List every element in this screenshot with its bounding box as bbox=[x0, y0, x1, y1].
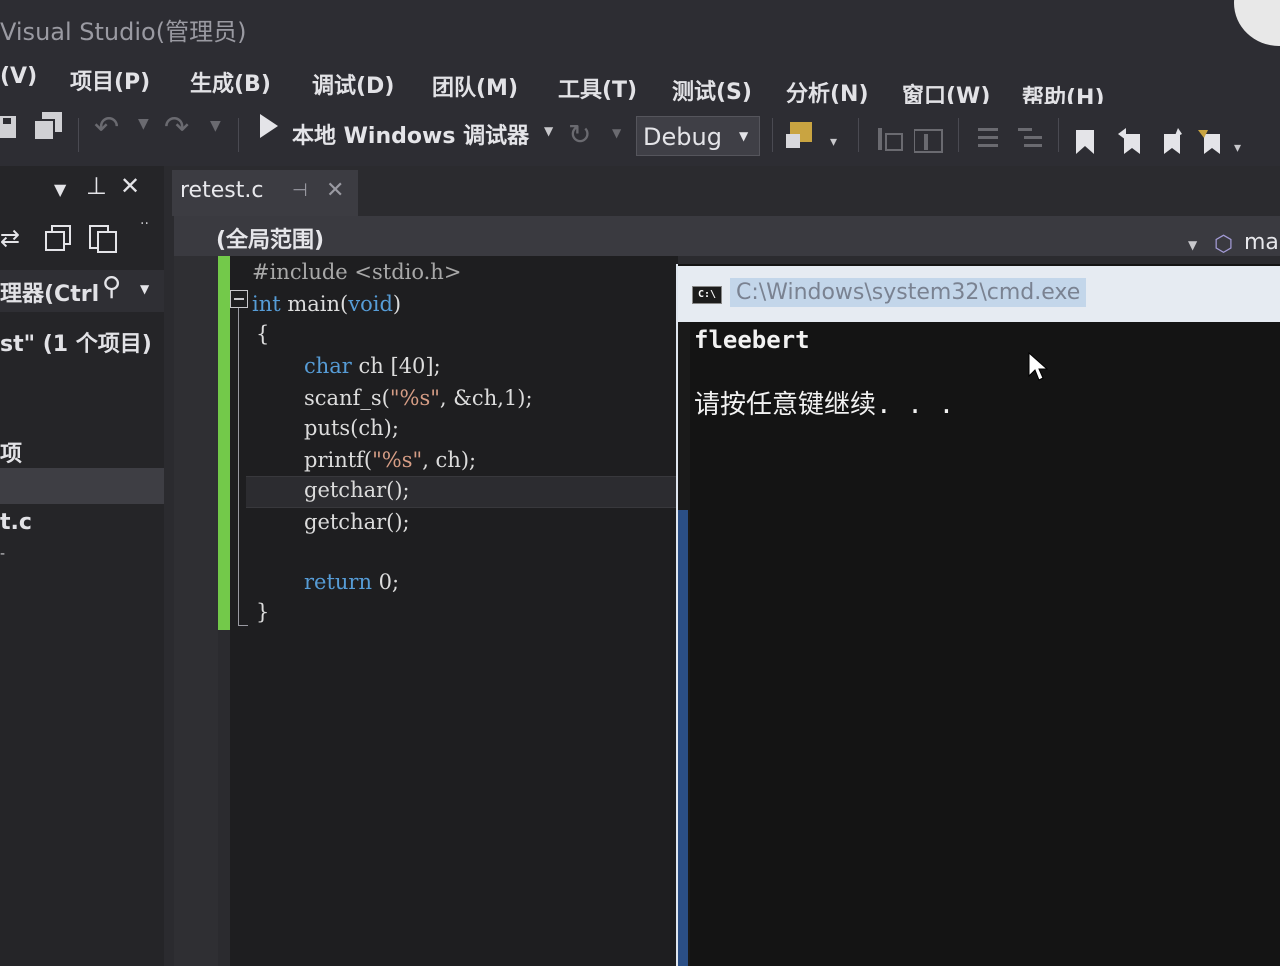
more-icon[interactable]: ·· bbox=[140, 216, 149, 232]
outline-end bbox=[238, 625, 248, 626]
console-edge-highlight bbox=[678, 510, 688, 966]
console-app-icon: C:\ bbox=[692, 286, 722, 304]
previous-bookmark-icon[interactable] bbox=[1116, 128, 1142, 162]
redo-dropdown-icon[interactable]: ▼ bbox=[210, 118, 221, 134]
change-indicator bbox=[218, 256, 230, 630]
undo-icon[interactable]: ↶ bbox=[94, 110, 119, 145]
member-dropdown[interactable]: mai bbox=[1244, 230, 1280, 255]
code-line-3: { bbox=[256, 322, 270, 346]
collapse-main-icon[interactable] bbox=[230, 290, 248, 308]
menu-view[interactable]: (V) bbox=[0, 64, 37, 89]
console-output-line-2: 请按任意键继续. . . bbox=[694, 390, 955, 420]
bookmark-icon[interactable] bbox=[1074, 128, 1096, 162]
code-line-10-rest: 0; bbox=[372, 570, 400, 594]
configuration-value: Debug bbox=[643, 123, 722, 151]
code-line-8: getchar(); bbox=[304, 478, 410, 502]
menu-build[interactable]: 生成(B) bbox=[190, 66, 271, 98]
search-box[interactable]: 理器(Ctrl ⚲ ▼ bbox=[0, 270, 164, 312]
code-line-10: return 0; bbox=[304, 570, 399, 594]
code-line-7: printf("%s", ch); bbox=[304, 448, 476, 472]
indent-icon[interactable] bbox=[876, 126, 904, 158]
solution-explorer-panel: ▼ ⊥ ✕ ⇄ ·· 理器(Ctrl ⚲ ▼ st" (1 个项目) 项 t.c… bbox=[0, 166, 164, 966]
menu-debug[interactable]: 调试(D) bbox=[312, 68, 394, 100]
solution-explorer-icon[interactable] bbox=[786, 120, 816, 156]
tab-pin-icon[interactable]: ⊣ bbox=[292, 180, 308, 201]
code-editor[interactable] bbox=[230, 256, 678, 966]
code-line-7-str: "%s" bbox=[372, 448, 423, 472]
tree-dash: - bbox=[0, 546, 6, 562]
chevron-down-icon: ▼ bbox=[739, 129, 749, 143]
toolbar: ↶ ▼ ↷ ▼ 本地 Windows 调试器 ▼ ↻ ▼ Debug ▼ ▾ ▾ bbox=[0, 104, 1280, 166]
panel-dropdown-icon[interactable]: ▼ bbox=[54, 180, 66, 199]
configuration-dropdown[interactable]: Debug ▼ bbox=[636, 116, 760, 156]
project-node[interactable]: 项 bbox=[0, 436, 22, 468]
menu-test[interactable]: 测试(S) bbox=[672, 74, 752, 106]
code-line-2-kw1: int bbox=[252, 292, 281, 316]
function-icon: ⬡ bbox=[1214, 232, 1234, 257]
search-icon[interactable]: ⚲ bbox=[102, 272, 121, 302]
next-bookmark-folder-icon[interactable] bbox=[1196, 128, 1222, 162]
undo-dropdown-icon[interactable]: ▼ bbox=[138, 116, 149, 132]
next-bookmark-icon[interactable] bbox=[1156, 128, 1182, 162]
code-line-2-kw2: void bbox=[348, 292, 393, 316]
code-line-2-rest: main( bbox=[280, 292, 349, 316]
save-icon[interactable] bbox=[0, 114, 18, 146]
code-line-11: } bbox=[256, 600, 270, 624]
code-line-5-a: scanf_s( bbox=[304, 386, 390, 410]
show-all-files-icon[interactable] bbox=[88, 224, 118, 258]
run-target-button[interactable]: 本地 Windows 调试器 bbox=[292, 118, 529, 150]
code-line-4-rest: ch [40]; bbox=[351, 354, 441, 378]
code-line-2-end: ) bbox=[392, 292, 402, 316]
code-line-10-kw: return bbox=[304, 570, 372, 594]
refresh-dropdown-icon[interactable]: ▼ bbox=[612, 126, 621, 140]
collapse-all-icon[interactable] bbox=[44, 224, 72, 256]
code-line-7-b: , ch); bbox=[422, 448, 477, 472]
code-line-9: getchar(); bbox=[304, 510, 410, 534]
console-title: C:\Windows\system32\cmd.exe bbox=[730, 278, 1087, 307]
run-target-dropdown-icon[interactable]: ▼ bbox=[544, 124, 553, 138]
solution-node[interactable]: st" (1 个项目) bbox=[0, 326, 152, 358]
search-placeholder: 理器(Ctrl bbox=[0, 282, 100, 307]
overflow-icon[interactable]: ▾ bbox=[830, 134, 837, 150]
redo-icon[interactable]: ↷ bbox=[164, 110, 189, 145]
window-title: Visual Studio(管理员) bbox=[0, 18, 247, 46]
code-line-7-a: printf( bbox=[304, 448, 373, 472]
menu-project[interactable]: 项目(P) bbox=[70, 64, 150, 96]
menu-bar: (V) 项目(P) 生成(B) 调试(D) 团队(M) 工具(T) 测试(S) … bbox=[0, 52, 1280, 111]
code-line-5-b: , &ch,1); bbox=[439, 386, 533, 410]
menu-team[interactable]: 团队(M) bbox=[432, 70, 518, 102]
code-line-1: #include <stdio.h> bbox=[252, 260, 462, 284]
uncomment-icon[interactable] bbox=[1016, 126, 1044, 158]
outdent-icon[interactable] bbox=[913, 126, 944, 160]
code-line-6: puts(ch); bbox=[304, 416, 399, 440]
tab-label: retest.c bbox=[180, 178, 264, 203]
console-window[interactable] bbox=[676, 264, 1280, 966]
search-dropdown-icon[interactable]: ▼ bbox=[140, 282, 149, 296]
editor-gutter bbox=[174, 256, 218, 966]
code-line-5: scanf_s("%s", &ch,1); bbox=[304, 386, 533, 410]
close-icon[interactable]: ✕ bbox=[120, 172, 140, 200]
code-line-5-str: "%s" bbox=[389, 386, 440, 410]
menu-tools[interactable]: 工具(T) bbox=[558, 72, 637, 104]
code-line-4: char ch [40]; bbox=[304, 354, 441, 378]
mouse-cursor-icon bbox=[1028, 352, 1048, 381]
console-output-line-1: fleebert bbox=[694, 326, 810, 354]
comment-icon[interactable] bbox=[976, 126, 1000, 158]
scope-chevron-icon[interactable]: ▼ bbox=[1188, 238, 1197, 252]
pin-icon[interactable]: ⊥ bbox=[86, 172, 107, 200]
outline-line bbox=[238, 308, 239, 626]
scope-dropdown[interactable]: (全局范围) bbox=[216, 222, 324, 254]
selected-row[interactable] bbox=[0, 468, 164, 504]
sync-icon[interactable]: ⇄ bbox=[0, 224, 20, 252]
code-line-2: int main(void) bbox=[252, 292, 401, 316]
navigation-bar bbox=[174, 216, 1280, 256]
code-line-4-kw: char bbox=[304, 354, 352, 378]
file-node[interactable]: t.c bbox=[0, 510, 32, 535]
refresh-icon[interactable]: ↻ bbox=[568, 118, 591, 151]
play-icon[interactable] bbox=[258, 112, 280, 146]
toolbar-overflow-icon[interactable]: ▾ bbox=[1234, 140, 1241, 156]
save-all-icon[interactable] bbox=[32, 112, 64, 148]
tab-close-icon[interactable]: ✕ bbox=[326, 178, 344, 203]
